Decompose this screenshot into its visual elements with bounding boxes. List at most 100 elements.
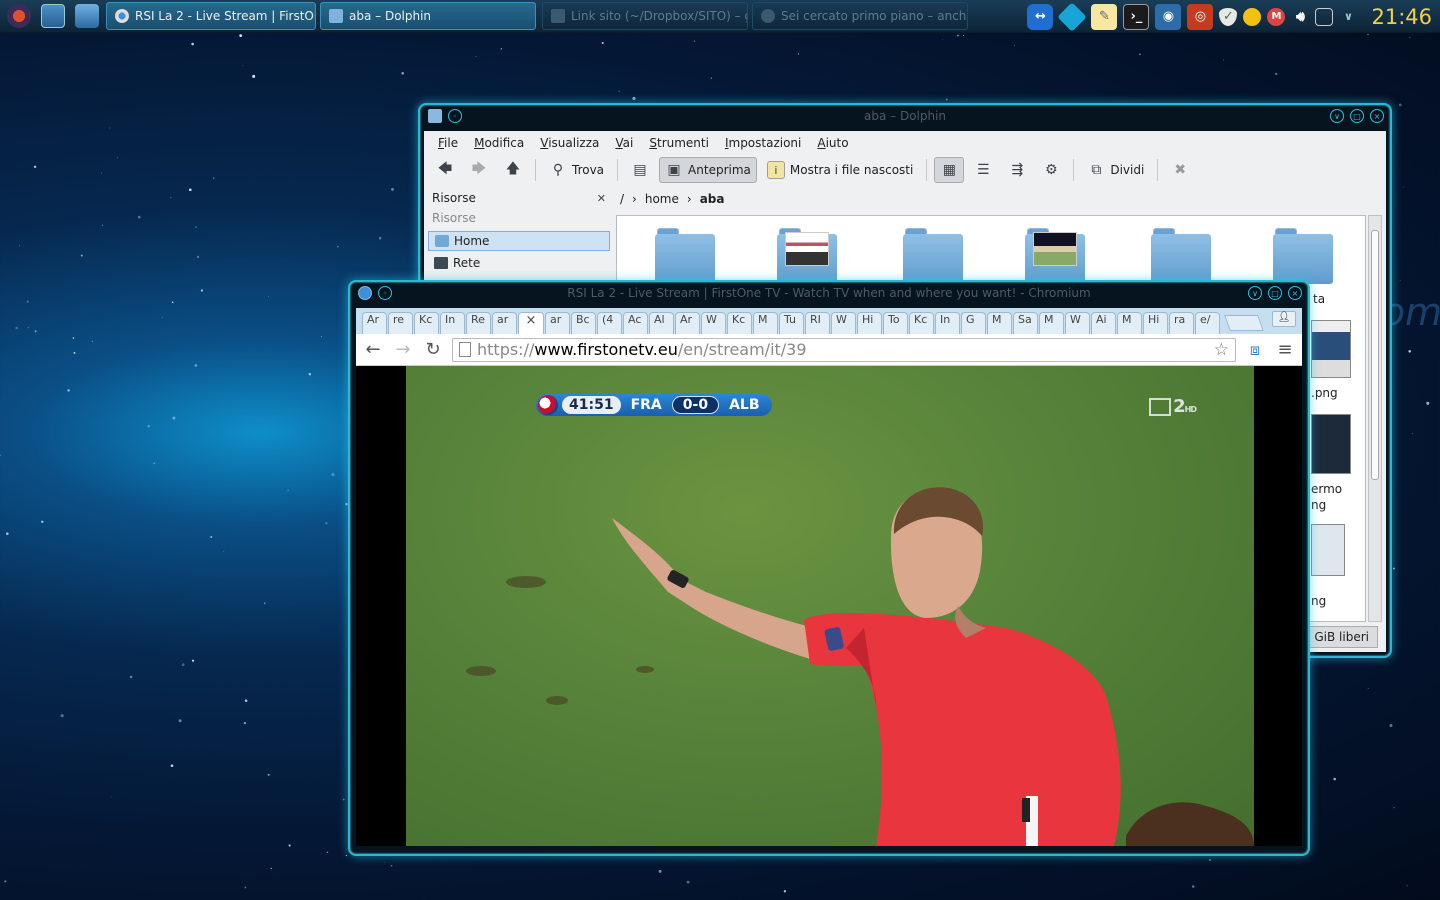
vertical-scrollbar[interactable]	[1368, 215, 1382, 622]
menu-impostazioni[interactable]: Impostazioni	[717, 136, 809, 150]
app-menu-button[interactable]	[4, 2, 34, 30]
chromium-icon[interactable]	[358, 286, 372, 300]
file-thumbnail[interactable]	[1311, 524, 1345, 576]
scroll-thumb[interactable]	[1371, 230, 1379, 480]
browser-tab[interactable]: ar	[545, 312, 570, 334]
reload-button[interactable]: ↻	[422, 339, 444, 361]
task-chromium[interactable]: RSI La 2 - Live Stream | FirstOne	[106, 2, 316, 30]
folder-item[interactable]	[655, 228, 715, 284]
file-thumbnail[interactable]	[1311, 414, 1351, 474]
forward-button[interactable]: 🡆	[464, 157, 494, 183]
dolphin-titlebar[interactable]: ◦ aba – Dolphin ∨ □ ×	[420, 105, 1390, 127]
places-item-network[interactable]: Rete	[428, 253, 610, 273]
cast-icon[interactable]: ⧈	[1244, 339, 1266, 361]
chevron-down-icon[interactable]: ∨	[1339, 8, 1357, 26]
browser-tab[interactable]: Kc	[727, 312, 752, 334]
minimize-button[interactable]: ∨	[1248, 286, 1262, 300]
folder-item[interactable]	[1151, 228, 1211, 284]
browser-tab[interactable]: M	[987, 312, 1012, 334]
browser-tab[interactable]: W	[701, 312, 726, 334]
browser-tab[interactable]: ra	[1169, 312, 1194, 334]
back-button[interactable]: ←	[362, 339, 384, 361]
show-hidden-button[interactable]: i Mostra i file nascosti	[761, 157, 919, 183]
compact-view-button[interactable]: ☰	[968, 157, 998, 183]
task-dolphin[interactable]: aba – Dolphin	[320, 2, 536, 30]
profile-button[interactable]: 👤︎	[1272, 311, 1296, 327]
close-panel-button[interactable]: ✖	[1165, 157, 1195, 183]
browser-tab[interactable]: Hi	[857, 312, 882, 334]
details-view-button[interactable]: ⇶	[1002, 157, 1032, 183]
up-button[interactable]: 🡅	[498, 157, 528, 183]
menu-vai[interactable]: Vai	[607, 136, 641, 150]
pin-icon[interactable]: ◦	[378, 286, 392, 300]
browser-tab[interactable]: ar	[492, 312, 517, 334]
browser-tab[interactable]: Al	[649, 312, 674, 334]
gmail-icon[interactable]: M	[1267, 7, 1286, 26]
browser-tab[interactable]: re	[388, 312, 413, 334]
network-icon[interactable]	[1315, 7, 1334, 26]
clock[interactable]: 21:46	[1371, 5, 1432, 29]
browser-tab[interactable]: In	[935, 312, 960, 334]
chromium-titlebar[interactable]: ◦ RSI La 2 - Live Stream | FirstOne TV -…	[350, 282, 1308, 304]
volume-icon[interactable]: 🔊︎	[1291, 8, 1309, 26]
browser-tab[interactable]: Ac	[623, 312, 648, 334]
launcher-dolphin[interactable]	[72, 2, 102, 30]
kodi-icon[interactable]	[1057, 1, 1088, 32]
browser-tab[interactable]: Ar	[675, 312, 700, 334]
task-gedit[interactable]: Link sito (~/Dropbox/SITO) – gedit	[542, 2, 748, 30]
teamviewer-icon[interactable]: ↔	[1027, 3, 1054, 30]
places-item-home[interactable]: Home	[428, 231, 610, 251]
address-bar[interactable]: https://www.firstonetv.eu/en/stream/it/3…	[452, 337, 1236, 362]
back-button[interactable]: 🡄	[430, 157, 460, 183]
find-button[interactable]: ⚲ Trova	[543, 157, 610, 183]
terminal-icon[interactable]: ›_	[1123, 3, 1150, 30]
shield-icon[interactable]: ✓	[1219, 7, 1238, 26]
folder-item[interactable]	[903, 228, 963, 284]
browser-tab[interactable]: Hi	[1143, 312, 1168, 334]
folder-item[interactable]	[1273, 228, 1333, 284]
browser-tab[interactable]: Tu	[779, 312, 804, 334]
browser-tab[interactable]: Re	[466, 312, 491, 334]
folder-item[interactable]	[777, 228, 837, 284]
breadcrumb-root[interactable]: /	[620, 192, 624, 206]
browser-tab[interactable]: Ai	[1091, 312, 1116, 334]
browser-tab[interactable]: (4	[597, 312, 622, 334]
window-menu-icon[interactable]	[428, 109, 442, 123]
browser-tab[interactable]: Bc	[571, 312, 596, 334]
close-button[interactable]: ×	[1370, 109, 1384, 123]
browser-tab[interactable]: W	[1065, 312, 1090, 334]
close-icon[interactable]: ✕	[597, 192, 606, 205]
breadcrumb-current[interactable]: aba	[700, 192, 725, 206]
forward-button[interactable]: →	[392, 339, 414, 361]
breadcrumb-home[interactable]: home	[645, 192, 679, 206]
clock-app-icon[interactable]	[1243, 7, 1262, 26]
new-tab-button[interactable]	[1224, 315, 1264, 331]
menu-file[interactable]: File	[430, 136, 466, 150]
browser-tab[interactable]: W	[831, 312, 856, 334]
file-thumbnail[interactable]	[1311, 320, 1351, 378]
screenshot-icon[interactable]: ◉	[1155, 3, 1182, 30]
menu-visualizza[interactable]: Visualizza	[532, 136, 607, 150]
task-browser-2[interactable]: Sei cercato primo piano – anch	[752, 2, 968, 30]
maximize-button[interactable]: □	[1350, 109, 1364, 123]
tab-active-close[interactable]: ×	[518, 312, 544, 334]
close-button[interactable]: ×	[1288, 286, 1302, 300]
eye-icon[interactable]: ◎	[1187, 3, 1214, 30]
browser-tab[interactable]: Sa	[1013, 312, 1038, 334]
browser-tab[interactable]: e/	[1195, 312, 1220, 334]
minimize-button[interactable]: ∨	[1330, 109, 1344, 123]
browser-tab[interactable]: M	[1117, 312, 1142, 334]
launcher-desktop[interactable]	[38, 2, 68, 30]
browser-tab[interactable]: G	[961, 312, 986, 334]
icons-view-button[interactable]: ▦	[934, 157, 965, 183]
browser-tab[interactable]: Ar	[362, 312, 387, 334]
browser-tab[interactable]: Kc	[909, 312, 934, 334]
browser-tab[interactable]: Kc	[414, 312, 439, 334]
terminal-panel-button[interactable]: ▤	[625, 157, 655, 183]
pin-icon[interactable]: ◦	[448, 109, 462, 123]
video-player[interactable]: 41:51 FRA 0-0 ALB 2HD	[406, 366, 1254, 846]
folder-item[interactable]	[1025, 228, 1085, 284]
browser-tab[interactable]: To	[883, 312, 908, 334]
split-button[interactable]: ⧉ Dividi	[1081, 157, 1150, 183]
menu-strumenti[interactable]: Strumenti	[641, 136, 717, 150]
